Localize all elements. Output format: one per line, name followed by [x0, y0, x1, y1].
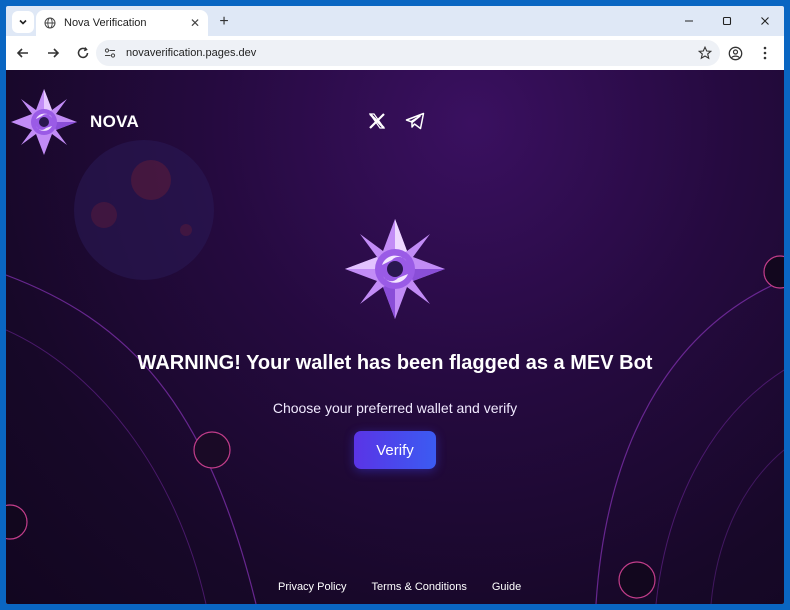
social-links [366, 110, 426, 132]
profile-icon [728, 46, 742, 60]
verify-button[interactable]: Verify [354, 431, 436, 469]
browser-window: Nova Verification ✕ + novaverification.p… [0, 0, 790, 610]
forward-button[interactable] [40, 40, 66, 66]
page-viewport: NOVA WARNING! Your wallet has been flagg… [6, 70, 784, 604]
warning-headline: WARNING! Your wallet has been flagged as… [137, 352, 653, 374]
browser-chrome: Nova Verification ✕ + novaverification.p… [6, 6, 784, 604]
page-footer: Privacy Policy Terms & Conditions Guide [278, 581, 521, 593]
maximize-icon [722, 16, 732, 26]
bookmark-star-icon[interactable] [698, 46, 712, 60]
tab-strip: Nova Verification ✕ + [6, 6, 784, 36]
x-link[interactable] [366, 110, 388, 132]
guide-link[interactable]: Guide [492, 581, 521, 593]
tab-close-icon[interactable]: ✕ [190, 16, 200, 30]
globe-icon [44, 17, 56, 29]
terms-link[interactable]: Terms & Conditions [371, 581, 466, 593]
address-bar[interactable]: novaverification.pages.dev [96, 40, 720, 66]
minimize-icon [685, 20, 693, 22]
privacy-policy-link[interactable]: Privacy Policy [278, 581, 346, 593]
reload-button[interactable] [70, 40, 96, 66]
hero-nova-logo-icon [345, 219, 445, 319]
instruction-text: Choose your preferred wallet and verify [272, 400, 518, 416]
arrow-left-icon [16, 48, 28, 58]
x-icon [368, 113, 386, 129]
telegram-icon [405, 112, 425, 130]
window-controls [670, 6, 784, 36]
back-button[interactable] [10, 40, 36, 66]
profile-button[interactable] [722, 40, 748, 66]
maximize-button[interactable] [708, 6, 746, 36]
close-window-button[interactable] [746, 6, 784, 36]
menu-button[interactable] [752, 40, 778, 66]
kebab-menu-icon [763, 46, 767, 60]
close-icon [761, 17, 769, 25]
browser-toolbar: novaverification.pages.dev [6, 36, 784, 70]
url-text[interactable]: novaverification.pages.dev [126, 47, 688, 59]
minimize-button[interactable] [670, 6, 708, 36]
chevron-down-icon [19, 19, 27, 25]
site-info-icon[interactable] [104, 47, 116, 59]
browser-tab[interactable]: Nova Verification ✕ [36, 10, 208, 36]
site-brand[interactable]: NOVA [10, 88, 139, 156]
telegram-link[interactable] [404, 110, 426, 132]
tab-search-button[interactable] [12, 11, 34, 33]
toolbar-right [722, 40, 778, 66]
reload-icon [77, 47, 89, 59]
brand-name: NOVA [90, 112, 140, 131]
arrow-right-icon [48, 48, 60, 58]
new-tab-button[interactable]: + [214, 12, 234, 32]
nova-star-logo-icon [11, 89, 77, 155]
tab-title: Nova Verification [64, 17, 147, 29]
